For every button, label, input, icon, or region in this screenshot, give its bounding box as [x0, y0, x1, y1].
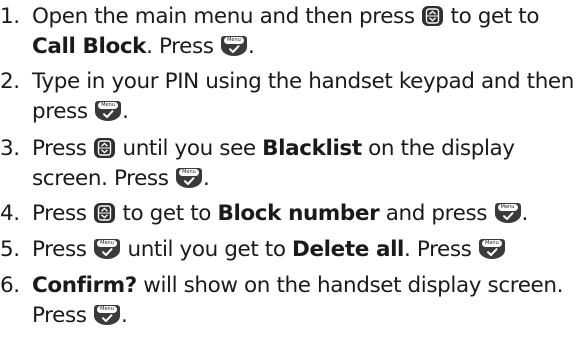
menu-ok-key-icon: Menu — [494, 203, 521, 223]
step-number: 5. — [0, 237, 20, 262]
step-text: to get to — [450, 4, 540, 29]
step-5: 5. Press Menu until you get to Delete al… — [0, 235, 582, 265]
menu-ok-key-icon: Menu — [220, 36, 247, 56]
menu-ok-key-icon: Menu — [175, 168, 202, 188]
step-number: 3. — [0, 136, 20, 161]
display-message-confirm: Confirm? — [32, 273, 137, 298]
step-text: . Press — [404, 237, 472, 262]
step-text: until you get to — [127, 237, 286, 262]
step-text: . — [121, 303, 128, 328]
step-text: . — [521, 201, 529, 226]
step-text: Press — [32, 237, 87, 262]
step-6: 6. Confirm? will show on the handset dis… — [0, 271, 582, 331]
step-text: and press — [385, 201, 488, 226]
menu-ok-key-icon: Menu — [478, 239, 505, 259]
step-text: . — [122, 99, 129, 124]
step-number: 6. — [0, 273, 20, 298]
up-down-key-icon — [422, 6, 444, 26]
menu-option-call-block: Call Block — [32, 34, 147, 59]
step-text: will show on the handset display screen. — [143, 273, 564, 298]
menu-option-block-number: Block number — [217, 201, 380, 226]
menu-option-blacklist: Blacklist — [262, 136, 362, 161]
step-text: screen. Press — [32, 166, 169, 191]
step-text: . Press — [146, 34, 214, 59]
menu-ok-key-icon: Menu — [94, 305, 121, 325]
step-text: Press — [32, 303, 87, 328]
step-1: 1. Open the main menu and then press to … — [0, 2, 582, 62]
menu-ok-key-icon: Menu — [95, 101, 122, 121]
step-number: 4. — [0, 201, 20, 226]
step-text: Type in your PIN using the handset keypa… — [32, 69, 574, 94]
step-3: 3. Press until you see Blacklist on the … — [0, 134, 582, 194]
step-number: 1. — [0, 4, 20, 29]
step-text: on the display — [368, 136, 515, 161]
menu-option-delete-all: Delete all — [292, 237, 405, 262]
step-text: Press — [32, 136, 87, 161]
step-text: to get to — [122, 201, 212, 226]
step-text: press — [32, 99, 88, 124]
menu-ok-key-icon: Menu — [94, 239, 121, 259]
step-text: until you see — [122, 136, 256, 161]
step-2: 2. Type in your PIN using the handset ke… — [0, 67, 582, 127]
step-text: . — [247, 34, 255, 59]
up-down-key-icon — [94, 138, 116, 158]
up-down-key-icon — [94, 203, 116, 223]
step-text: . — [202, 166, 210, 191]
step-text: Open the main menu and then press — [32, 4, 415, 29]
step-text: Press — [32, 201, 87, 226]
step-4: 4. Press to get to Block number and pres… — [0, 199, 582, 229]
step-number: 2. — [0, 69, 20, 94]
